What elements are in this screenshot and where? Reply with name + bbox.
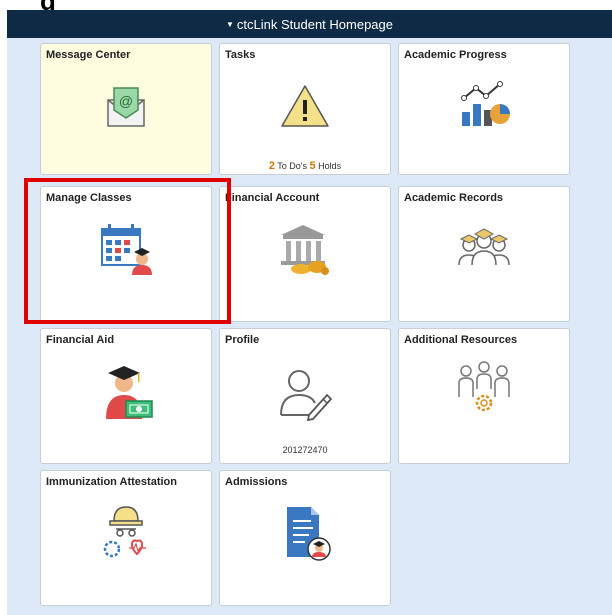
svg-text:@: @	[119, 93, 133, 109]
hardhat-heart-icon	[103, 506, 146, 558]
tile-title: Immunization Attestation	[46, 476, 177, 488]
todo-count: 2	[268, 160, 275, 172]
todo-label: To Do's	[277, 161, 308, 171]
homepage-selector[interactable]: ▼ ctcLink Student Homepage	[7, 10, 612, 38]
tile-title: Academic Records	[404, 192, 504, 204]
tile-financial-aid[interactable]: Financial Aid	[40, 328, 212, 464]
warning-icon	[281, 85, 329, 127]
tile-title: Academic Progress	[404, 49, 507, 61]
tile-profile[interactable]: Profile 201272470	[219, 328, 391, 464]
tile-title: Financial Account	[225, 192, 320, 204]
tile-canvas: Message Center @ Tasks 2 To Do's 5 Holds…	[7, 38, 612, 615]
homepage-title: ctcLink Student Homepage	[236, 16, 394, 32]
profile-id: 201272470	[282, 445, 328, 455]
tile-title: Tasks	[225, 49, 256, 61]
tasks-summary: 2 To Do's 5 Holds	[220, 160, 390, 172]
tile-tasks[interactable]: Tasks 2 To Do's 5 Holds	[219, 43, 391, 175]
holds-label: Holds	[318, 161, 342, 171]
people-gear-icon	[458, 361, 510, 412]
envelope-at-icon: @	[107, 87, 145, 127]
tile-title: Financial Aid	[46, 334, 115, 346]
tile-financial-account[interactable]: Financial Account	[219, 186, 391, 322]
tile-academic-progress[interactable]: Academic Progress	[398, 43, 570, 175]
tile-immunization-attestation[interactable]: Immunization Attestation	[40, 470, 212, 606]
document-student-icon	[287, 507, 331, 561]
holds-count: 5	[309, 160, 316, 172]
tile-manage-classes[interactable]: Manage Classes	[40, 186, 212, 322]
bank-money-icon	[281, 225, 329, 275]
user-edit-icon	[280, 370, 333, 421]
calendar-student-icon	[101, 224, 152, 275]
graduates-icon	[458, 228, 510, 266]
tile-title: Manage Classes	[46, 192, 132, 204]
tile-admissions[interactable]: Admissions	[219, 470, 391, 606]
tile-message-center[interactable]: Message Center @	[40, 43, 212, 175]
tile-additional-resources[interactable]: Additional Resources	[398, 328, 570, 464]
tile-title: Profile	[225, 334, 260, 346]
tile-title: Additional Resources	[404, 334, 518, 346]
triangle-down-icon: ▼	[225, 19, 234, 29]
tile-title: Message Center	[46, 49, 131, 61]
student-cash-icon	[106, 366, 153, 419]
tile-academic-records[interactable]: Academic Records	[398, 186, 570, 322]
tile-title: Admissions	[225, 476, 288, 488]
chart-icon	[461, 81, 510, 126]
